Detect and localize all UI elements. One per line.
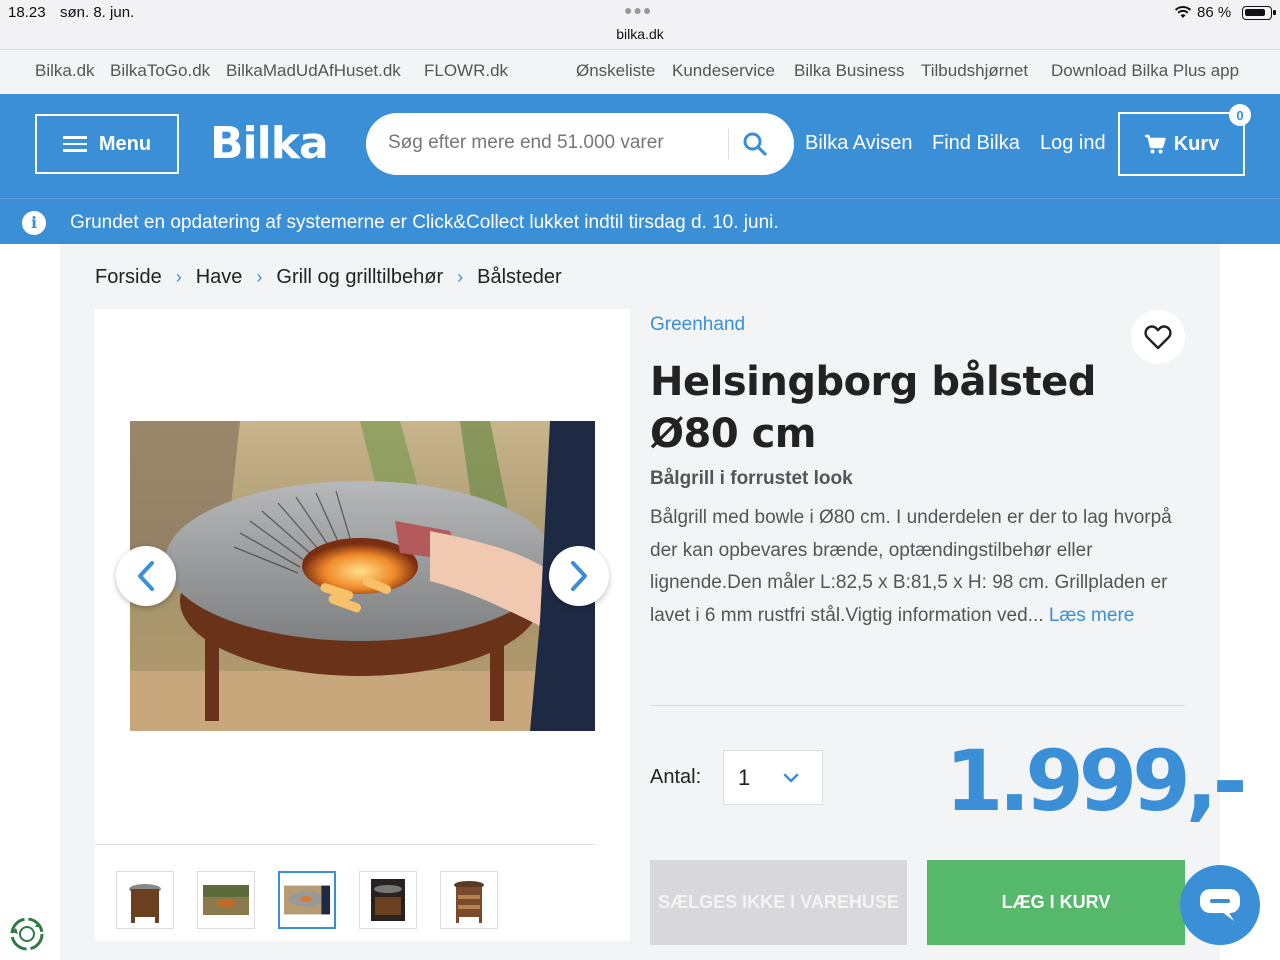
chevron-right-icon: › [457,266,464,287]
gallery-thumbnail-5[interactable] [440,871,498,929]
add-to-cart-button[interactable]: LÆG I KURV [927,860,1185,945]
product-brand[interactable]: Greenhand [650,314,745,336]
search-icon[interactable] [742,131,768,157]
wishlist-button[interactable] [1131,310,1185,364]
info-icon: i [22,211,46,235]
menu-label: Menu [98,132,152,155]
notice-banner: i Grundet en opdatering af systemerne er… [0,198,1280,244]
info-divider [650,705,1185,706]
top-link-madudafhuset[interactable]: BilkaMadUdAfHuset.dk [226,61,401,81]
gallery-next-button[interactable] [549,546,609,606]
more-dots-icon[interactable]: ●●● [624,2,652,18]
cart-label: Kurv [1173,132,1220,155]
product-price: 1.999,- [945,732,1247,830]
hamburger-icon [62,136,87,152]
status-date: søn. 8. jun. [60,4,135,21]
quantity-value: 1 [738,765,751,790]
chat-icon [1200,889,1240,921]
search-divider [728,129,729,159]
site-header: Menu Bilka Søg efter mere end 51.000 var… [0,94,1280,244]
gallery-thumbnail-1[interactable] [116,871,174,929]
product-main-image [130,421,595,731]
chevron-right-icon [571,561,587,591]
breadcrumb: Forside › Have › Grill og grilltilbehør … [95,264,562,290]
top-link-download-app[interactable]: Download Bilka Plus app [1051,61,1239,81]
quantity-select[interactable]: 1 [723,750,823,805]
top-link-bilka[interactable]: Bilka.dk [35,61,95,81]
battery-icon [1242,6,1276,20]
gallery-prev-button[interactable] [116,546,176,606]
breadcrumb-item[interactable]: Grill og grilltilbehør [276,266,443,289]
search-box[interactable]: Søg efter mere end 51.000 varer [366,113,794,175]
header-link-login[interactable]: Log ind [1040,132,1106,155]
chevron-right-icon: › [175,266,182,287]
product-title: Helsingborg bålsted Ø80 cm [650,359,1096,457]
menu-button[interactable]: Menu [35,114,179,174]
cart-icon [1144,134,1166,154]
not-sold-in-store-button: SÆLGES IKKE I VAREHUSE [650,860,907,945]
cart-count-badge: 0 [1229,104,1251,126]
top-link-offers[interactable]: Tilbudshjørnet [921,61,1028,81]
top-links-bar: Bilka.dk BilkaToGo.dk BilkaMadUdAfHuset.… [0,50,1280,94]
heart-icon [1144,325,1172,350]
product-subtitle: Bålgrill i forrustet look [650,468,853,489]
top-link-customer-service[interactable]: Kundeservice [672,61,775,81]
product-gallery [95,309,630,941]
breadcrumb-item[interactable]: Bålsteder [477,266,562,289]
chevron-right-icon: › [256,266,263,287]
battery-percent: 86 % [1197,4,1232,21]
quantity-label: Antal: [650,766,702,788]
address-bar[interactable]: bilka.dk [0,26,1280,42]
battery-level [1245,9,1265,16]
gallery-thumbnail-2[interactable] [197,871,255,929]
read-more-link[interactable]: Læs mere [1049,605,1135,626]
product-description: Bålgrill med bowle i Ø80 cm. I underdele… [650,502,1180,632]
recycle-icon[interactable] [8,915,46,953]
top-link-bilkatogo[interactable]: BilkaToGo.dk [110,61,210,81]
status-time: 18.23 [8,4,46,21]
top-link-wishlist[interactable]: Ønskeliste [576,61,655,81]
gallery-divider [95,844,595,845]
chat-button[interactable] [1180,865,1260,945]
breadcrumb-item[interactable]: Have [196,266,243,289]
header-link-find-bilka[interactable]: Find Bilka [932,132,1020,155]
status-bar: 18.23 søn. 8. jun. ●●● bilka.dk 86 % [0,0,1280,50]
search-input[interactable]: Søg efter mere end 51.000 varer [388,132,664,154]
top-link-business[interactable]: Bilka Business [794,61,905,81]
notice-text: Grundet en opdatering af systemerne er C… [70,212,779,233]
bilka-logo[interactable]: Bilka [210,118,329,169]
chevron-left-icon [138,561,154,591]
cart-button[interactable]: Kurv [1118,112,1245,176]
gallery-thumbnail-3[interactable] [278,871,336,929]
top-link-flowr[interactable]: FLOWR.dk [424,61,508,81]
header-link-avisen[interactable]: Bilka Avisen [805,132,912,155]
chevron-down-icon [783,773,799,783]
breadcrumb-item[interactable]: Forside [95,266,162,289]
gallery-thumbnail-4[interactable] [359,871,417,929]
wifi-icon [1174,6,1192,18]
